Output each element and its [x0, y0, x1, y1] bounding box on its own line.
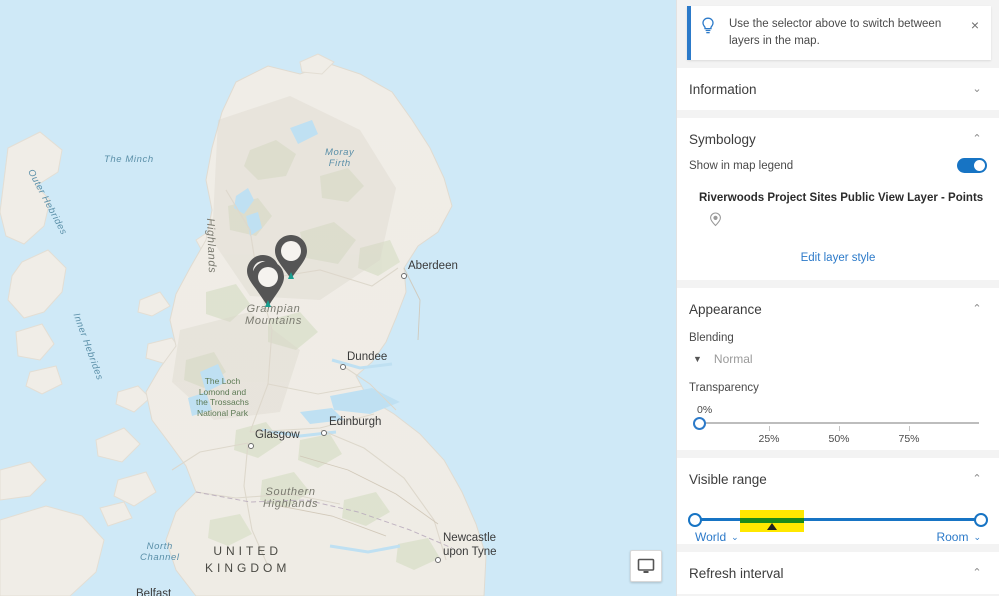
- city-dot-edinburgh: [321, 430, 327, 436]
- transparency-track[interactable]: [692, 416, 979, 430]
- notice-message: Use the selector above to switch between…: [729, 18, 942, 47]
- section-visible-range-title: Visible range: [689, 472, 767, 488]
- section-visible-range-header[interactable]: Visible range ⌃: [677, 458, 999, 500]
- layer-properties-panel[interactable]: Use the selector above to switch between…: [676, 0, 999, 596]
- display-map-icon: [637, 558, 655, 573]
- section-symbology-title: Symbology: [689, 132, 756, 148]
- tick-mark: [769, 426, 770, 432]
- close-icon[interactable]: ×: [967, 16, 983, 32]
- city-dot-glasgow: [248, 443, 254, 449]
- visible-range-track[interactable]: [688, 512, 988, 527]
- visible-range-slider[interactable]: World ⌄ Room ⌄: [677, 500, 999, 544]
- section-appearance-header[interactable]: Appearance ⌃: [677, 288, 999, 330]
- city-dot-newcastle: [435, 557, 441, 563]
- section-appearance[interactable]: Appearance ⌃ Blending ▼ Normal Transpare…: [677, 288, 999, 451]
- chevron-down-icon[interactable]: ⌄: [731, 532, 739, 543]
- map-viewport[interactable]: The Minch Moray Firth Outer Hebrides Inn…: [0, 0, 676, 596]
- info-notice[interactable]: Use the selector above to switch between…: [687, 6, 991, 61]
- section-information-title: Information: [689, 82, 757, 98]
- section-refresh-interval-header[interactable]: Refresh interval ⌃: [677, 552, 999, 594]
- transparency-label: Transparency: [689, 382, 759, 395]
- show-in-map-legend-toggle[interactable]: [957, 158, 987, 174]
- site-marker-3[interactable]: [249, 258, 287, 310]
- blending-select[interactable]: ▼ Normal: [677, 344, 999, 366]
- blending-value: Normal: [713, 352, 753, 367]
- chevron-down-icon[interactable]: ⌄: [971, 84, 983, 95]
- legend-symbol: [677, 206, 999, 234]
- display-map-button[interactable]: [630, 550, 662, 582]
- visible-range-min-handle[interactable]: [688, 512, 702, 527]
- panel-divider-3: [677, 450, 999, 459]
- panel-divider-4: [677, 544, 999, 553]
- section-refresh-interval-title: Refresh interval: [689, 566, 784, 582]
- basemap-graphic: [0, 0, 676, 596]
- blending-label: Blending: [689, 332, 734, 345]
- visible-range-max-dropdown[interactable]: Room ⌄: [936, 530, 981, 544]
- section-symbology-header[interactable]: Symbology ⌃: [677, 118, 999, 160]
- visible-range-min-label: World: [695, 530, 727, 545]
- city-dot-aberdeen: [401, 273, 407, 279]
- chevron-up-icon[interactable]: ⌃: [971, 304, 983, 315]
- legend-layer-title: Riverwoods Project Sites Public View Lay…: [699, 192, 984, 205]
- show-in-map-legend-row[interactable]: Show in map legend: [677, 158, 999, 174]
- chevron-up-icon[interactable]: ⌃: [971, 134, 983, 145]
- section-information[interactable]: Information ⌄: [677, 68, 999, 111]
- panel-divider-2: [677, 280, 999, 289]
- edit-layer-style-link[interactable]: Edit layer style: [677, 234, 999, 280]
- toggle-knob: [974, 160, 985, 172]
- section-information-header[interactable]: Information ⌄: [677, 68, 999, 110]
- visible-range-max-label: Room: [936, 530, 969, 545]
- caret-down-icon: ▼: [693, 353, 702, 364]
- map-pin-icon: [710, 212, 721, 227]
- chevron-down-icon[interactable]: ⌄: [973, 532, 981, 543]
- transparency-slider[interactable]: 0% 25% 50% 75%: [677, 394, 999, 450]
- tick-mark: [909, 426, 910, 432]
- tick-mark: [839, 426, 840, 432]
- section-refresh-interval[interactable]: Refresh interval ⌃: [677, 552, 999, 595]
- tick-label-50: 50%: [828, 433, 850, 446]
- show-in-map-legend-label: Show in map legend: [689, 159, 794, 172]
- transparency-ticks: 25% 50% 75%: [699, 426, 979, 446]
- transparency-value: 0%: [697, 404, 713, 417]
- section-appearance-title: Appearance: [689, 302, 762, 318]
- chevron-up-icon[interactable]: ⌃: [971, 474, 983, 485]
- visible-range-min-dropdown[interactable]: World ⌄: [695, 530, 739, 544]
- app-root: The Minch Moray Firth Outer Hebrides Inn…: [0, 0, 999, 596]
- section-symbology[interactable]: Symbology ⌃ Show in map legend Riverwood…: [677, 118, 999, 281]
- visible-range-labels: World ⌄ Room ⌄: [695, 521, 981, 544]
- city-dot-dundee: [340, 364, 346, 370]
- lightbulb-icon: [701, 16, 723, 40]
- tick-label-25: 25%: [758, 433, 780, 446]
- section-visible-range[interactable]: Visible range ⌃ World ⌄ Room ⌄: [677, 458, 999, 545]
- visible-range-max-handle[interactable]: [974, 512, 988, 527]
- panel-divider: [677, 110, 999, 119]
- chevron-up-icon[interactable]: ⌃: [971, 568, 983, 579]
- tick-label-75: 75%: [898, 433, 920, 446]
